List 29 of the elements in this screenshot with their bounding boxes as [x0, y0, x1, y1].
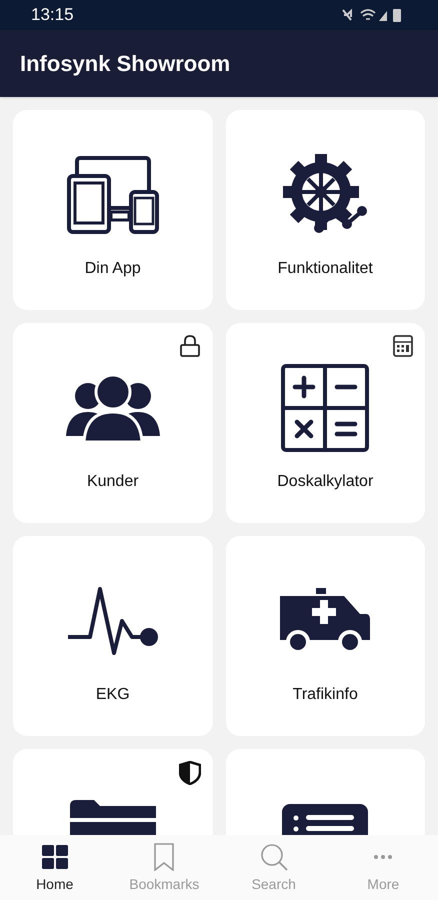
- tile-label: Din App: [84, 259, 141, 279]
- tile-label: Trafikinfo: [292, 685, 358, 705]
- more-icon: [373, 854, 394, 860]
- battery-icon: [393, 9, 401, 22]
- app-tile[interactable]: Din App: [13, 110, 212, 310]
- tile-label: EKG: [96, 685, 130, 705]
- app-tile[interactable]: Funktionalitet: [226, 110, 425, 310]
- app-tile[interactable]: Trafikinfo: [226, 536, 425, 736]
- shield-icon: [178, 761, 200, 785]
- tile-label: Doskalkylator: [277, 472, 374, 492]
- nav-tab[interactable]: Home: [0, 835, 110, 900]
- signal-icon: [379, 11, 387, 21]
- devices-icon: [66, 156, 159, 234]
- search-icon: [260, 843, 288, 871]
- pulse-icon: [66, 585, 160, 657]
- app-tile[interactable]: EKG: [13, 536, 212, 736]
- bookmark-icon: [153, 843, 176, 871]
- tile-label: Funktionalitet: [278, 259, 373, 279]
- calculator-icon: [281, 364, 370, 452]
- app-tile[interactable]: Kunder: [13, 323, 212, 523]
- app-title: Infosynk Showroom: [20, 50, 230, 78]
- mute-icon: [342, 8, 352, 21]
- calculator-icon: [393, 335, 413, 357]
- lock-icon: [178, 335, 200, 357]
- status-time: 13:15: [31, 4, 74, 26]
- wifi-icon: [360, 9, 376, 20]
- home-grid-icon: [42, 845, 68, 869]
- app-tile[interactable]: Doskalkylator: [226, 323, 425, 523]
- tile-label: Kunder: [86, 472, 139, 492]
